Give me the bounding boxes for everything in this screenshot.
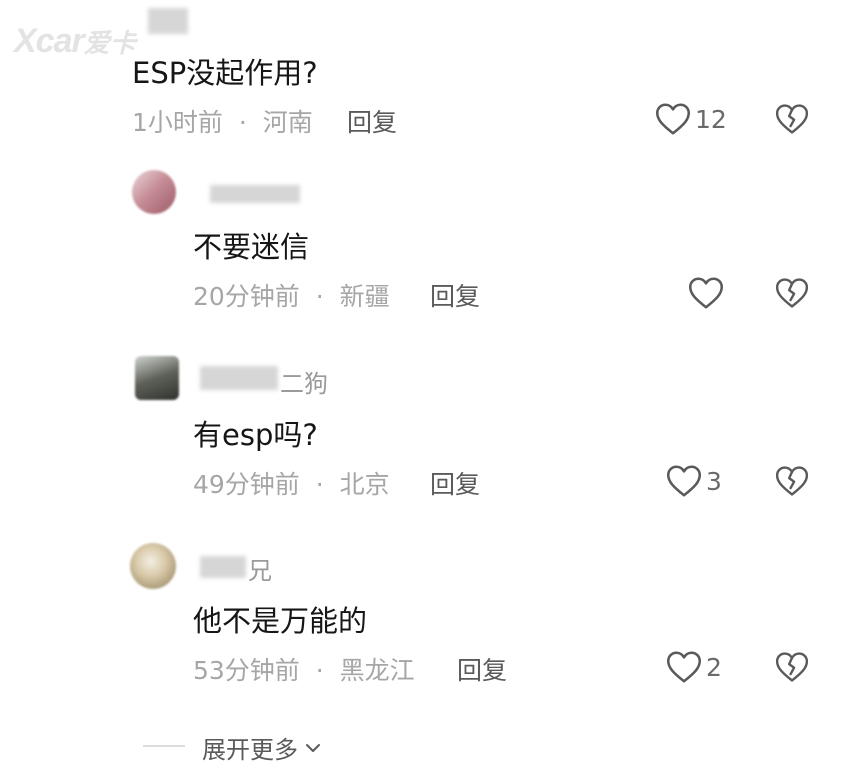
avatar[interactable] <box>132 170 176 214</box>
like-button[interactable]: 2 <box>666 650 722 684</box>
expand-divider <box>143 745 185 747</box>
expand-more-label: 展开更多 <box>202 736 298 764</box>
reply-button[interactable]: 回复 <box>347 103 397 139</box>
avatar[interactable] <box>130 543 176 589</box>
dislike-button[interactable] <box>775 465 809 497</box>
comment-text: ESP没起作用? <box>132 56 318 90</box>
reply-meta: 49分钟前 · 北京 <box>193 465 390 501</box>
watermark-logo: Xcar爱卡 <box>14 22 136 60</box>
like-button[interactable]: 12 <box>655 102 727 136</box>
reply-button[interactable]: 回复 <box>430 465 480 501</box>
reply-location: 黑龙江 <box>339 656 415 685</box>
expand-more-button[interactable]: 展开更多 <box>202 730 324 765</box>
username-blur <box>200 556 246 578</box>
heart-outline-icon <box>688 276 724 310</box>
comment-location: 河南 <box>262 108 313 137</box>
reply-username[interactable]: 兄 <box>248 551 272 586</box>
reply-time: 53分钟前 <box>193 656 300 685</box>
like-count: 12 <box>695 104 727 134</box>
reply-button[interactable]: 回复 <box>430 277 480 313</box>
dislike-button[interactable] <box>775 277 809 309</box>
broken-heart-icon <box>775 103 809 135</box>
meta-separator: · <box>315 282 324 311</box>
reply-text: 有esp吗? <box>193 418 318 452</box>
username-blur <box>210 185 300 203</box>
dislike-button[interactable] <box>775 103 809 135</box>
comment-time: 1小时前 <box>132 108 223 137</box>
avatar[interactable] <box>135 356 179 400</box>
meta-separator: · <box>315 470 324 499</box>
dislike-button[interactable] <box>775 651 809 683</box>
heart-outline-icon <box>655 102 691 136</box>
chevron-down-icon <box>302 737 324 759</box>
broken-heart-icon <box>775 465 809 497</box>
broken-heart-icon <box>775 277 809 309</box>
heart-outline-icon <box>666 464 702 498</box>
comment-meta: 1小时前 · 河南 <box>132 103 313 139</box>
like-button[interactable]: 3 <box>666 464 722 498</box>
username-blur <box>200 366 278 390</box>
reply-time: 49分钟前 <box>193 470 300 499</box>
heart-outline-icon <box>666 650 702 684</box>
meta-separator: · <box>315 656 324 685</box>
reply-button[interactable]: 回复 <box>457 651 507 687</box>
reply-meta: 20分钟前 · 新疆 <box>193 277 390 313</box>
reply-username[interactable]: 二狗 <box>280 364 328 399</box>
reply-text: 不要迷信 <box>193 230 310 264</box>
reply-location: 新疆 <box>339 282 390 311</box>
like-button[interactable] <box>688 276 724 310</box>
reply-meta: 53分钟前 · 黑龙江 <box>193 651 415 687</box>
username-blur <box>148 8 188 34</box>
like-count: 2 <box>706 652 722 682</box>
meta-separator: · <box>238 108 247 137</box>
broken-heart-icon <box>775 651 809 683</box>
reply-time: 20分钟前 <box>193 282 300 311</box>
reply-location: 北京 <box>339 470 390 499</box>
reply-text: 他不是万能的 <box>193 604 368 638</box>
like-count: 3 <box>706 466 722 496</box>
